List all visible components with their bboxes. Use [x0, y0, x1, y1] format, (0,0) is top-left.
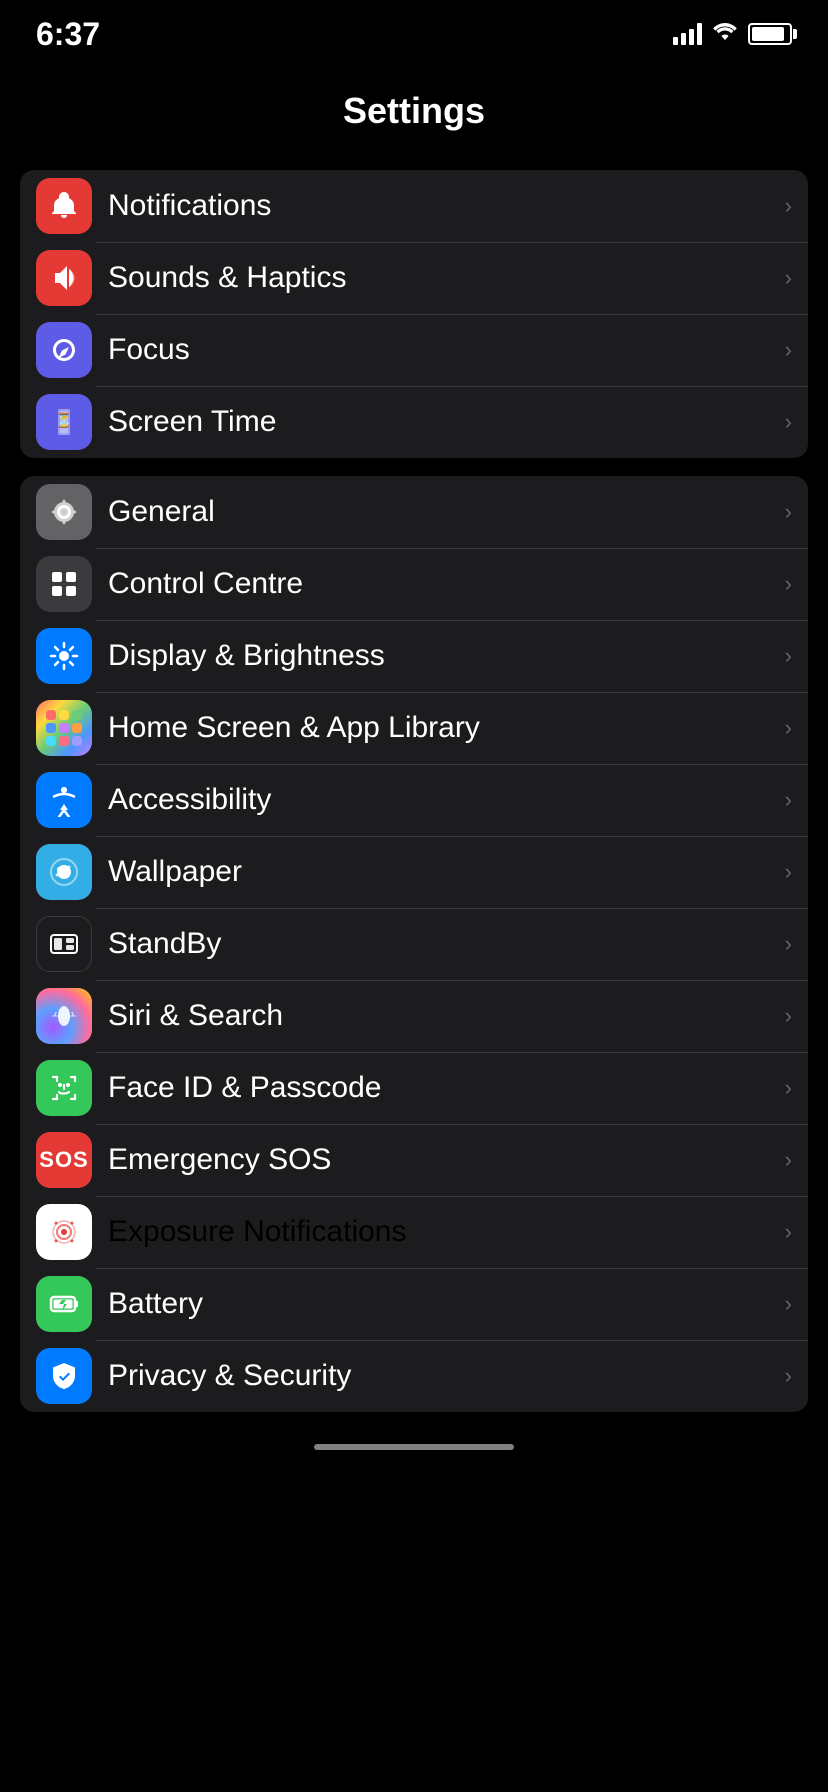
notifications-label: Notifications [108, 189, 777, 223]
control-centre-chevron: › [785, 571, 792, 597]
wallpaper-label: Wallpaper [108, 855, 777, 889]
general-label: General [108, 495, 777, 529]
battery-icon [36, 1276, 92, 1332]
settings-row-exposure[interactable]: Exposure Notifications › [20, 1196, 808, 1268]
settings-row-battery[interactable]: Battery › [20, 1268, 808, 1340]
standby-chevron: › [785, 931, 792, 957]
display-icon [36, 628, 92, 684]
sounds-chevron: › [785, 265, 792, 291]
wifi-icon [712, 21, 738, 47]
control-centre-label: Control Centre [108, 567, 777, 601]
exposure-icon [36, 1204, 92, 1260]
display-chevron: › [785, 643, 792, 669]
settings-row-privacy[interactable]: Privacy & Security › [20, 1340, 808, 1412]
exposure-chevron: › [785, 1219, 792, 1245]
battery-status-icon [748, 23, 792, 45]
siri-label: Siri & Search [108, 999, 777, 1033]
screentime-label: Screen Time [108, 405, 777, 439]
privacy-icon [36, 1348, 92, 1404]
notifications-icon [36, 178, 92, 234]
standby-icon [36, 916, 92, 972]
settings-row-general[interactable]: General › [20, 476, 808, 548]
settings-row-homescreen[interactable]: Home Screen & App Library › [20, 692, 808, 764]
homescreen-label: Home Screen & App Library [108, 711, 777, 745]
settings-row-screentime[interactable]: ⏳ Screen Time › [20, 386, 808, 458]
sounds-icon [36, 250, 92, 306]
battery-label: Battery [108, 1287, 777, 1321]
settings-row-accessibility[interactable]: Accessibility › [20, 764, 808, 836]
settings-row-focus[interactable]: Focus › [20, 314, 808, 386]
status-time: 6:37 [36, 16, 100, 53]
settings-row-sos[interactable]: SOS Emergency SOS › [20, 1124, 808, 1196]
sos-text: SOS [39, 1147, 88, 1173]
home-bar [314, 1444, 514, 1450]
settings-group-2: General › Control Centre › [20, 476, 808, 1412]
settings-row-siri[interactable]: Siri & Search › [20, 980, 808, 1052]
focus-label: Focus [108, 333, 777, 367]
settings-row-sounds[interactable]: Sounds & Haptics › [20, 242, 808, 314]
signal-icon [673, 23, 702, 45]
settings-row-wallpaper[interactable]: Wallpaper › [20, 836, 808, 908]
screentime-chevron: › [785, 409, 792, 435]
screentime-icon: ⏳ [36, 394, 92, 450]
sos-chevron: › [785, 1147, 792, 1173]
settings-row-faceid[interactable]: Face ID & Passcode › [20, 1052, 808, 1124]
homescreen-chevron: › [785, 715, 792, 741]
settings-row-display[interactable]: Display & Brightness › [20, 620, 808, 692]
settings-group-1: Notifications › Sounds & Haptics › Focus… [20, 170, 808, 458]
control-centre-icon [36, 556, 92, 612]
page-header: Settings [0, 60, 828, 152]
battery-chevron: › [785, 1291, 792, 1317]
sos-label: Emergency SOS [108, 1143, 777, 1177]
settings-row-control-centre[interactable]: Control Centre › [20, 548, 808, 620]
homescreen-icon [36, 700, 92, 756]
wallpaper-chevron: › [785, 859, 792, 885]
siri-chevron: › [785, 1003, 792, 1029]
general-icon [36, 484, 92, 540]
display-label: Display & Brightness [108, 639, 777, 673]
faceid-icon [36, 1060, 92, 1116]
general-chevron: › [785, 499, 792, 525]
faceid-chevron: › [785, 1075, 792, 1101]
page-title: Settings [0, 90, 828, 132]
siri-icon [36, 988, 92, 1044]
standby-label: StandBy [108, 927, 777, 961]
status-icons [673, 21, 792, 47]
privacy-label: Privacy & Security [108, 1359, 777, 1393]
accessibility-label: Accessibility [108, 783, 777, 817]
settings-row-notifications[interactable]: Notifications › [20, 170, 808, 242]
focus-icon [36, 322, 92, 378]
accessibility-icon [36, 772, 92, 828]
exposure-label: Exposure Notifications [108, 1215, 777, 1249]
focus-chevron: › [785, 337, 792, 363]
privacy-chevron: › [785, 1363, 792, 1389]
sos-icon: SOS [36, 1132, 92, 1188]
home-indicator [0, 1430, 828, 1460]
sounds-label: Sounds & Haptics [108, 261, 777, 295]
wallpaper-icon [36, 844, 92, 900]
faceid-label: Face ID & Passcode [108, 1071, 777, 1105]
accessibility-chevron: › [785, 787, 792, 813]
svg-text:⏳: ⏳ [55, 412, 72, 429]
notifications-chevron: › [785, 193, 792, 219]
status-bar: 6:37 [0, 0, 828, 60]
settings-row-standby[interactable]: StandBy › [20, 908, 808, 980]
